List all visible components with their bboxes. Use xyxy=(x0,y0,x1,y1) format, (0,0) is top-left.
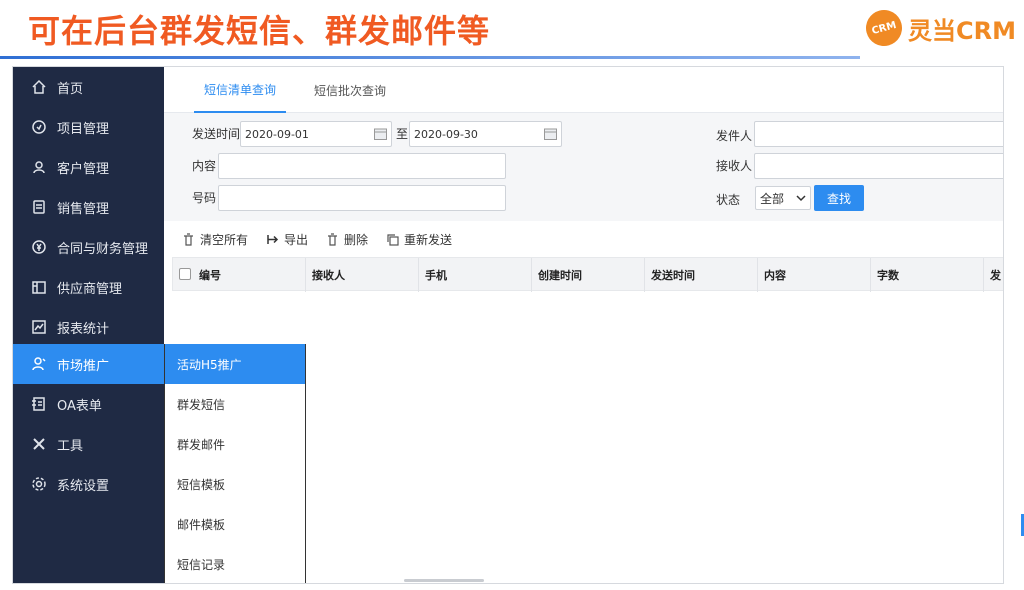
submenu-item-bulk-sms[interactable]: 群发短信 xyxy=(165,384,305,424)
content-label: 内容 xyxy=(192,159,217,173)
copy-icon xyxy=(387,233,399,246)
column-header[interactable]: 创建时间 xyxy=(532,258,582,292)
calendar-icon[interactable] xyxy=(374,128,387,140)
submenu-item-sms-records[interactable]: 短信记录 xyxy=(165,544,305,583)
sender-label: 发件人 xyxy=(716,129,753,143)
column-header[interactable]: 发送时间 xyxy=(645,258,695,292)
export-button[interactable]: 导出 xyxy=(266,231,308,248)
date-from-input[interactable]: 2020-09-01 xyxy=(240,121,392,147)
sidebar-item-label: 系统设置 xyxy=(57,478,110,494)
sidebar-item-label: OA表单 xyxy=(57,398,102,414)
app-window: 首页 项目管理 客户管理 销售管理 合同与财务管理 供应商管理 报表统计 市场推… xyxy=(12,66,1004,584)
sidebar-item-label: 工具 xyxy=(57,438,84,454)
column-header[interactable]: 接收人 xyxy=(306,258,345,292)
trash-icon xyxy=(184,232,193,246)
tab-bar: 短信清单查询 短信批次查询 xyxy=(164,67,1003,113)
sidebar-item-label: 项目管理 xyxy=(57,121,110,137)
horizontal-scrollbar[interactable] xyxy=(404,579,484,582)
resend-label: 重新发送 xyxy=(404,232,453,247)
date-to-input[interactable]: 2020-09-30 xyxy=(409,121,562,147)
number-input[interactable] xyxy=(218,185,506,211)
sender-input[interactable] xyxy=(754,121,1003,147)
sidebar-item-oa-forms[interactable]: OA表单 xyxy=(13,384,164,424)
select-all-checkbox[interactable] xyxy=(179,268,191,280)
column-header[interactable]: 字数 xyxy=(871,258,899,292)
home-icon xyxy=(31,79,47,95)
sidebar-item-home[interactable]: 首页 xyxy=(13,67,164,107)
date-from-value: 2020-09-01 xyxy=(245,127,309,141)
clear-all-button[interactable]: 清空所有 xyxy=(182,231,248,248)
date-to-value: 2020-09-30 xyxy=(414,127,478,141)
number-label: 号码 xyxy=(192,191,217,205)
sidebar-item-customers[interactable]: 客户管理 xyxy=(13,147,164,187)
settings-icon xyxy=(31,476,47,492)
brand-name: 灵当CRM xyxy=(908,16,1016,45)
sidebar-item-marketing[interactable]: 市场推广 xyxy=(13,344,164,384)
sidebar-item-suppliers[interactable]: 供应商管理 xyxy=(13,267,164,307)
filter-panel: 发送时间 2020-09-01 至 2020-09-30 内容 号码 发件人 接… xyxy=(164,113,1003,221)
tab-sms-batch[interactable]: 短信批次查询 xyxy=(314,67,394,113)
receiver-input[interactable] xyxy=(754,153,1003,179)
sidebar-item-tools[interactable]: 工具 xyxy=(13,424,164,464)
export-label: 导出 xyxy=(284,232,309,247)
sidebar-item-label: 销售管理 xyxy=(57,201,110,217)
trash-icon xyxy=(328,232,338,246)
submenu-item-bulk-email[interactable]: 群发邮件 xyxy=(165,424,305,464)
chevron-down-icon xyxy=(796,195,806,202)
tools-icon xyxy=(31,436,47,452)
screen: { "header": { "headline": "可在后台群发短信、群发邮件… xyxy=(0,0,1024,590)
delete-button[interactable]: 删除 xyxy=(326,231,368,248)
submenu-item-email-templates[interactable]: 邮件模板 xyxy=(165,504,305,544)
sidebar: 首页 项目管理 客户管理 销售管理 合同与财务管理 供应商管理 报表统计 市场推… xyxy=(13,67,164,583)
customer-icon xyxy=(31,159,47,175)
report-icon xyxy=(31,319,47,335)
search-button[interactable]: 查找 xyxy=(814,185,864,211)
sidebar-item-finance[interactable]: 合同与财务管理 xyxy=(13,227,164,267)
sidebar-item-label: 合同与财务管理 xyxy=(57,241,149,257)
send-time-label: 发送时间 xyxy=(192,127,241,141)
project-icon xyxy=(31,119,47,135)
status-value: 全部 xyxy=(760,191,785,206)
sidebar-item-projects[interactable]: 项目管理 xyxy=(13,107,164,147)
status-label: 状态 xyxy=(716,193,741,207)
supplier-icon xyxy=(31,279,47,295)
marketing-icon xyxy=(31,356,47,372)
receiver-label: 接收人 xyxy=(716,159,753,173)
date-range-separator: 至 xyxy=(396,127,409,141)
sidebar-item-label: 客户管理 xyxy=(57,161,110,177)
sidebar-item-reports[interactable]: 报表统计 xyxy=(13,307,164,347)
brand-logo: CRM 灵当CRM xyxy=(861,5,1016,51)
sidebar-item-label: 供应商管理 xyxy=(57,281,123,297)
submenu-item-h5-promotion[interactable]: 活动H5推广 xyxy=(165,344,305,384)
column-header[interactable]: 内容 xyxy=(758,258,786,292)
delete-label: 删除 xyxy=(344,232,369,247)
submenu-item-sms-templates[interactable]: 短信模板 xyxy=(165,464,305,504)
sidebar-item-label: 首页 xyxy=(57,81,84,97)
sidebar-item-settings[interactable]: 系统设置 xyxy=(13,464,164,504)
finance-icon xyxy=(31,239,47,255)
tab-sms-list[interactable]: 短信清单查询 xyxy=(194,67,286,113)
clear-all-label: 清空所有 xyxy=(200,232,249,247)
column-header[interactable]: 发 xyxy=(984,258,1001,292)
sidebar-item-label: 报表统计 xyxy=(57,321,110,337)
calendar-icon[interactable] xyxy=(544,128,557,140)
brand-badge: CRM xyxy=(861,5,907,51)
marketing-submenu: 活动H5推广 群发短信 群发邮件 短信模板 邮件模板 短信记录 xyxy=(164,344,306,583)
sales-icon xyxy=(31,199,47,215)
form-icon xyxy=(31,396,47,412)
table-header: 编号 接收人 手机 创建时间 发送时间 内容 字数 发 xyxy=(172,257,1003,292)
sidebar-item-label: 市场推广 xyxy=(57,358,110,374)
resend-button[interactable]: 重新发送 xyxy=(386,231,452,248)
content-input[interactable] xyxy=(218,153,506,179)
action-toolbar: 清空所有 导出 删除 重新发送 xyxy=(164,221,1003,257)
status-select[interactable]: 全部 xyxy=(755,186,811,210)
header-divider xyxy=(0,56,860,59)
column-header[interactable]: 手机 xyxy=(419,258,447,292)
export-icon xyxy=(267,234,279,244)
sidebar-item-sales[interactable]: 销售管理 xyxy=(13,187,164,227)
page-headline: 可在后台群发短信、群发邮件等 xyxy=(28,12,491,50)
column-header[interactable]: 编号 xyxy=(193,258,221,292)
